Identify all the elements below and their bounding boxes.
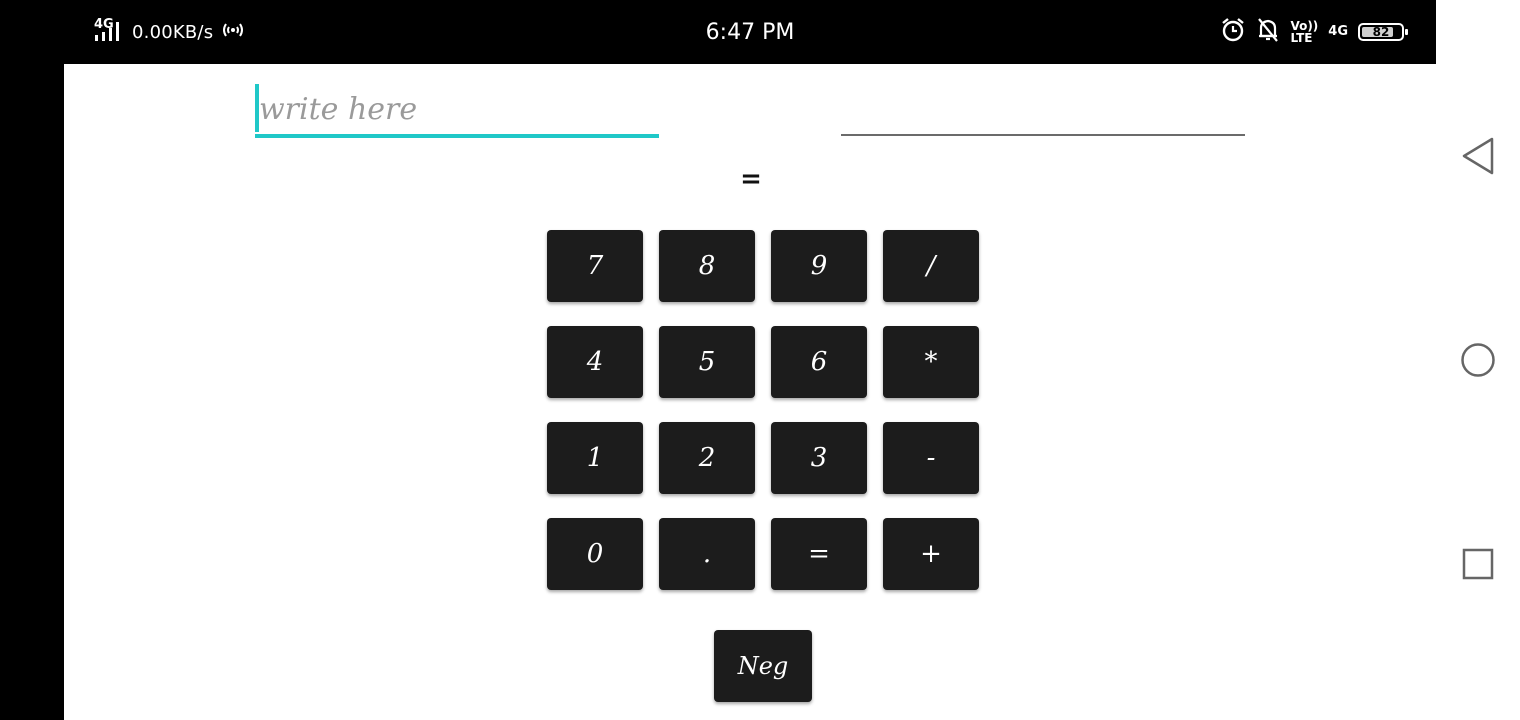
key-5[interactable]: 5 xyxy=(659,326,755,398)
notifications-off-icon xyxy=(1256,17,1280,47)
equals-display: = xyxy=(740,164,762,194)
navigation-bar xyxy=(1436,0,1520,720)
battery-nub xyxy=(1405,29,1408,35)
key-3[interactable]: 3 xyxy=(771,422,867,494)
recents-icon[interactable] xyxy=(1458,544,1498,584)
key-6[interactable]: 6 xyxy=(771,326,867,398)
key-0[interactable]: 0 xyxy=(547,518,643,590)
key-add[interactable]: + xyxy=(883,518,979,590)
status-right: Vo)) LTE 4G 82 xyxy=(1220,16,1408,48)
left-black-strip xyxy=(0,0,64,720)
key-2[interactable]: 2 xyxy=(659,422,755,494)
result-field-underline xyxy=(841,134,1245,136)
battery-icon: 82 xyxy=(1358,23,1408,41)
key-subtract[interactable]: - xyxy=(883,422,979,494)
volte-bottom-label: LTE xyxy=(1290,31,1313,45)
expression-input[interactable] xyxy=(255,84,659,138)
key-multiply[interactable]: * xyxy=(883,326,979,398)
volte-icon: Vo)) LTE xyxy=(1290,20,1318,44)
key-9[interactable]: 9 xyxy=(771,230,867,302)
key-4[interactable]: 4 xyxy=(547,326,643,398)
status-bar: 4G 0.00KB/s 6:47 PM Vo)) LTE 4G 82 xyxy=(64,0,1436,64)
calculator-screen: = 7 8 9 / 4 5 6 * 1 2 3 - 0 . = + Neg xyxy=(64,64,1436,720)
key-decimal[interactable]: . xyxy=(659,518,755,590)
key-divide[interactable]: / xyxy=(883,230,979,302)
app-root: 4G 0.00KB/s 6:47 PM Vo)) LTE 4G 82 write… xyxy=(0,0,1520,720)
home-icon[interactable] xyxy=(1458,340,1498,380)
key-negate[interactable]: Neg xyxy=(714,630,812,702)
key-8[interactable]: 8 xyxy=(659,230,755,302)
battery-level: 82 xyxy=(1372,25,1390,39)
text-cursor xyxy=(255,84,259,132)
key-7[interactable]: 7 xyxy=(547,230,643,302)
key-1[interactable]: 1 xyxy=(547,422,643,494)
alarm-icon xyxy=(1220,17,1246,47)
secondary-network-label: 4G xyxy=(1328,24,1348,39)
key-equals[interactable]: = xyxy=(771,518,867,590)
back-icon[interactable] xyxy=(1458,136,1498,176)
expression-input-wrapper xyxy=(255,84,659,140)
